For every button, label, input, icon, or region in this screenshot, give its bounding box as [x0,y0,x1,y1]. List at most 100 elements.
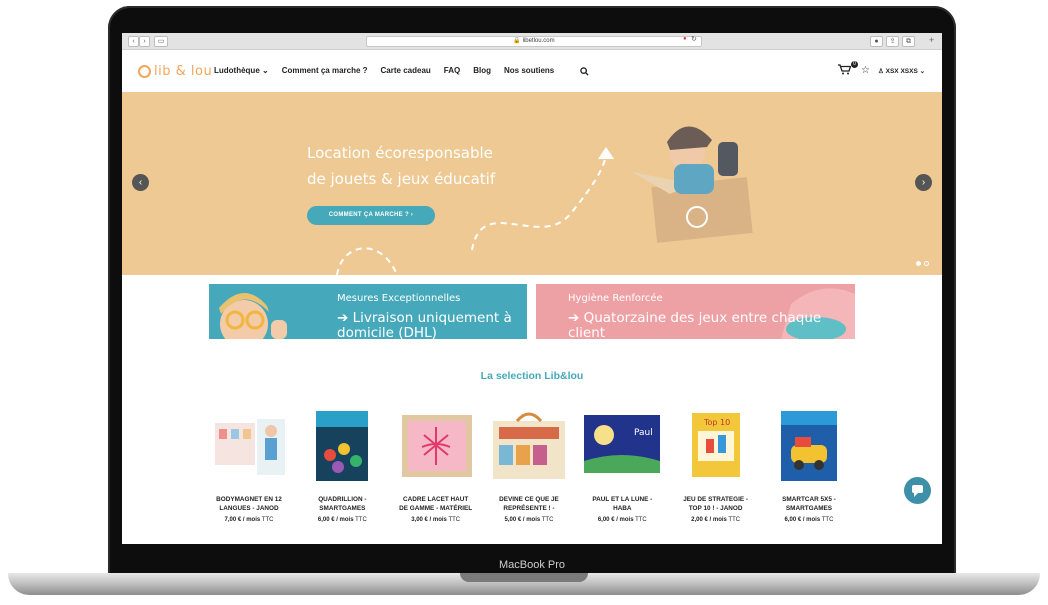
browser-screen: ‹ › ▭ 🔒 libetlou.com ● ↻ ● ⇪ ⧉ + lib & l… [122,33,942,544]
chat-icon [912,485,923,497]
product-price-value: 7,00 € / mois [224,517,261,523]
tabs-icon[interactable]: ⧉ [902,36,915,47]
product-card[interactable]: CADRE LACET HAUT DE GAMME - MATÉRIEL 3,00… [391,405,481,523]
product-card[interactable]: DEVINE CE QUE JE REPRÉSENTE ! - 5,00 € / … [484,405,574,523]
hero-title: Location écoresponsable de jouets & jeux… [307,140,495,192]
product-price: 6,00 € / mois TTC [577,517,667,523]
product-price: 7,00 € / mois TTC [204,517,294,523]
product-price-value: 3,00 € / mois [411,517,447,523]
chevron-left-icon: ‹ [138,177,143,188]
menu-label: Ludothèque [214,66,260,75]
url-text: libetlou.com [522,38,555,44]
chat-button[interactable] [904,477,931,504]
logo-text: lib & lou [154,64,213,79]
product-name-line: CADRE LACET HAUT [402,496,469,503]
cart-icon[interactable] [838,64,852,78]
hero-illustration [336,126,753,275]
back-icon[interactable]: ‹ [128,36,139,47]
product-name[interactable]: SMARTCAR 5X5 - SMARTGAMES [764,495,854,513]
banner-text-line: ➔ Livraison uniquement à [337,310,512,326]
account-label: XSX XSXS [885,68,918,75]
product-price-value: 5,00 € / mois [504,517,541,523]
product-name-line: HABA [613,505,632,512]
carousel-dot[interactable] [916,261,921,266]
sidebar-icon[interactable]: ▭ [154,36,168,47]
product-image[interactable] [302,405,382,485]
menu-item-carte-cadeau[interactable]: Carte cadeau [381,66,431,75]
banner-text: ➔ Quatorzaine des jeux entre chaque clie… [568,311,821,340]
wishlist-star-icon[interactable]: ☆ [861,65,870,76]
banner-mesures-exceptionnelles: Mesures Exceptionnelles ➔ Livraison uniq… [209,284,527,339]
menu-item-blog[interactable]: Blog [473,66,491,75]
product-card[interactable]: SMARTCAR 5X5 - SMARTGAMES 6,00 € / mois T… [764,405,854,523]
product-image[interactable]: Paul [582,405,662,485]
carousel-next-button[interactable]: › [915,174,932,191]
product-name-line: DEVINE CE QUE JE [499,496,559,503]
carousel-dot[interactable] [924,261,929,266]
product-image[interactable] [769,405,849,485]
product-name-line: SMARTCAR 5X5 - [782,496,836,503]
microphone-icon[interactable]: ● [683,36,687,42]
product-card[interactable]: Paul PAUL ET LA LUNE - HABA 6,00 € / mois… [577,405,667,523]
product-tax-label: TTC [728,517,741,523]
product-name[interactable]: QUADRILLION - SMARTGAMES [297,495,387,513]
address-bar[interactable]: 🔒 libetlou.com [366,36,702,47]
site-logo[interactable]: lib & lou [138,64,212,79]
hero-cta-label: COMMENT ÇA MARCHE ? [328,212,409,218]
product-price-value: 6,00 € / mois [317,517,354,523]
reload-icon[interactable]: ↻ [691,35,697,43]
product-card[interactable]: QUADRILLION - SMARTGAMES 6,00 € / mois TT… [297,405,387,523]
share-icon[interactable]: ⇪ [886,36,899,47]
product-tax-label: TTC [355,517,367,523]
product-tax-label: TTC [821,517,834,523]
user-icon: ♙ [878,68,884,75]
site-header: lib & lou Ludothèque ⌄ Comment ça marche… [122,50,942,92]
product-name[interactable]: PAUL ET LA LUNE - HABA [577,495,667,513]
selection-title: La selection Lib&lou [480,370,584,382]
product-tax-label: TTC [635,517,647,523]
account-menu[interactable]: ♙ XSX XSXS ⌄ [878,67,925,75]
banner-hygiene-renforcee: Hygiène Renforcée ➔ Quatorzaine des jeux… [536,284,855,339]
menu-item-nos-soutiens[interactable]: Nos soutiens [504,66,554,75]
product-name[interactable]: DEVINE CE QUE JE REPRÉSENTE ! - [484,495,574,513]
carousel-prev-button[interactable]: ‹ [132,174,149,191]
product-tax-label: TTC [448,517,461,523]
product-image[interactable] [396,405,476,485]
product-name[interactable]: BODYMAGNET EN 12 LANGUES - JANOD [204,495,294,513]
product-tax-label: TTC [541,517,554,523]
browser-toolbar: ‹ › ▭ 🔒 libetlou.com ● ↻ ● ⇪ ⧉ + [122,33,942,50]
product-image[interactable] [489,405,569,485]
new-tab-icon[interactable]: + [929,35,934,45]
child-photo [219,292,287,339]
product-name-line: DE GAMME - MATÉRIEL [399,505,473,512]
product-card[interactable]: BODYMAGNET EN 12 LANGUES - JANOD 7,00 € /… [204,405,294,523]
banner-text: ➔ Livraison uniquement à domicile (DHL) [337,310,512,340]
chevron-down-icon: ⌄ [262,66,269,75]
product-image[interactable]: Top 10 [676,405,756,485]
product-name-line: PAUL ET LA LUNE - [592,496,653,503]
hero-cta-button[interactable]: COMMENT ÇA MARCHE ? › [307,206,435,225]
product-price: 3,00 € / mois TTC [391,517,481,523]
product-price-value: 6,00 € / mois [784,517,821,523]
product-name-line: SMARTGAMES [785,505,833,512]
product-name-line: BODYMAGNET EN 12 [216,496,282,503]
product-name[interactable]: CADRE LACET HAUT DE GAMME - MATÉRIEL [391,495,481,513]
chevron-right-icon: › [410,212,414,218]
product-price: 6,00 € / mois TTC [297,517,387,523]
menu-item-faq[interactable]: FAQ [444,66,460,75]
banner-title: Mesures Exceptionnelles [337,293,461,304]
product-image[interactable] [209,405,289,485]
product-name-line: QUADRILLION - [318,496,367,503]
main-menu: Ludothèque ⌄ Comment ça marche ? Carte c… [214,66,554,75]
menu-item-ludotheque[interactable]: Ludothèque ⌄ [214,66,269,75]
cart-count-badge: 0 [851,61,858,68]
chevron-down-icon: ⌄ [919,68,926,75]
chevron-right-icon: › [921,177,926,188]
product-name[interactable]: JEU DE STRATEGIE - TOP 10 ! - JANOD [671,495,761,513]
hero-title-line: de jouets & jeux éducatif [307,170,496,188]
menu-item-comment-ca-marche[interactable]: Comment ça marche ? [282,66,368,75]
product-card[interactable]: Top 10 JEU DE STRATEGIE - TOP 10 ! - JANO… [671,405,761,523]
search-icon[interactable] [580,67,589,78]
shield-icon[interactable]: ● [870,36,883,47]
forward-icon[interactable]: › [139,36,150,47]
